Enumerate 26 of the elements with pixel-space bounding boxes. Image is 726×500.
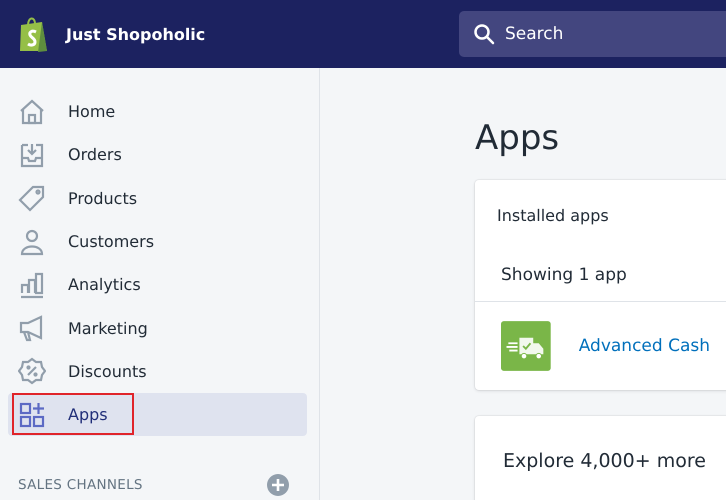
- sidebar-item[interactable]: Marketing: [8, 306, 307, 350]
- shopping-bag-logo-icon: [18, 15, 50, 53]
- bar-chart-icon: [18, 270, 46, 299]
- add-icon[interactable]: [267, 474, 289, 496]
- sidebar-item[interactable]: Products: [8, 176, 307, 220]
- sidebar-item[interactable]: Customers: [8, 220, 307, 264]
- search-icon: [473, 23, 495, 45]
- app-count: Showing 1 app: [475, 225, 726, 302]
- sidebar-item[interactable]: Discounts: [8, 350, 307, 394]
- percent-badge-icon: [18, 357, 46, 386]
- store-name: Just Shopoholic: [66, 24, 206, 44]
- person-icon: [18, 228, 46, 256]
- card-title: Explore 4,000+ more: [502, 449, 707, 474]
- sidebar-item[interactable]: Orders: [8, 133, 307, 177]
- truck-icon: [501, 319, 551, 373]
- section-title: SALES CHANNELS: [18, 477, 143, 494]
- house-icon: [18, 98, 46, 126]
- sidebar-item[interactable]: Home: [8, 90, 307, 134]
- tag-icon: [18, 184, 46, 212]
- app-link[interactable]: Advanced Cash: [578, 336, 710, 356]
- sidebar-item[interactable]: Analytics: [8, 263, 307, 306]
- search-field[interactable]: Search: [459, 11, 726, 57]
- grid-plus-icon: [18, 400, 46, 429]
- card-title: Installed apps: [496, 205, 610, 225]
- sidebar-item[interactable]: Apps: [8, 393, 307, 436]
- page-title: Apps: [475, 118, 560, 158]
